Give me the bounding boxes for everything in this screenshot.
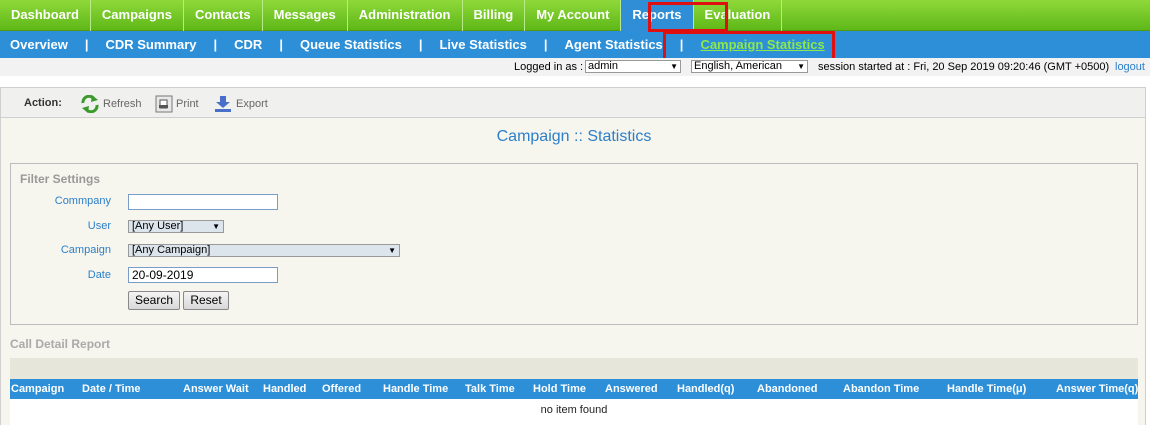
export-icon [215,96,231,112]
date-input[interactable] [128,267,278,283]
language-select[interactable]: English, American ▼ [691,60,808,73]
logged-in-label: Logged in as : [514,61,584,73]
column-header[interactable]: Handled [263,383,306,395]
chevron-down-icon: ▼ [797,62,805,71]
subnav-campaign-statistics[interactable]: Campaign Statistics [700,37,824,52]
table-toolbar-strip [10,358,1138,379]
user-filter-select[interactable]: [Any User] ▼ [128,220,224,233]
search-button[interactable]: Search [128,291,180,310]
subnav-separator: | [679,37,684,52]
column-header[interactable]: Answer Time(q) [1056,383,1138,395]
chevron-down-icon: ▼ [388,246,396,255]
nav-administration[interactable]: Administration [348,0,463,31]
company-label: Commpany [54,195,111,207]
refresh-icon [81,95,99,113]
nav-evaluation[interactable]: Evaluation [694,0,783,31]
nav-contacts[interactable]: Contacts [184,0,263,31]
column-header[interactable]: Abandon Time [843,383,919,395]
nav-dashboard[interactable]: Dashboard [0,0,91,31]
column-header[interactable]: Answered [605,383,658,395]
action-label: Action: [24,97,62,109]
export-button[interactable]: Export [213,95,268,113]
refresh-button[interactable]: Refresh [80,95,142,113]
print-label: Print [176,98,199,110]
chevron-down-icon: ▼ [670,62,678,71]
column-header[interactable]: Answer Wait [183,383,249,395]
user-label: User [87,220,111,232]
top-navigation: Dashboard Campaigns Contacts Messages Ad… [0,0,1150,31]
user-select[interactable]: admin ▼ [585,60,681,73]
empty-table-message: no item found [540,404,608,416]
date-label: Date [87,269,111,281]
column-header[interactable]: Handled(q) [677,383,734,395]
login-bar: Logged in as : admin ▼ English, American… [0,58,1150,76]
nav-billing[interactable]: Billing [463,0,526,31]
action-bar: Action: Refresh Print Export [0,87,1146,118]
column-header[interactable]: Talk Time [465,383,515,395]
session-info: session started at : Fri, 20 Sep 2019 09… [818,61,1110,73]
user-filter-value: [Any User] [132,220,184,232]
subnav-separator: | [84,37,89,52]
campaign-filter-value: [Any Campaign] [132,244,211,256]
column-header[interactable]: Campaign [11,383,64,395]
nav-reports[interactable]: Reports [621,0,694,31]
table-header: Campaign Date / Time Answer Wait Handled… [10,379,1138,399]
nav-my-account[interactable]: My Account [525,0,622,31]
reset-button[interactable]: Reset [183,291,229,310]
column-header[interactable]: Abandoned [757,383,818,395]
subnav-agent-statistics[interactable]: Agent Statistics [565,37,663,52]
column-header[interactable]: Hold Time [533,383,586,395]
print-icon [155,95,173,113]
logout-link[interactable]: logout [1115,61,1145,73]
sub-navigation: Overview | CDR Summary | CDR | Queue Sta… [0,31,1150,58]
campaign-label: Campaign [60,244,111,256]
subnav-separator: | [213,37,218,52]
company-input[interactable] [128,194,278,210]
column-header[interactable]: Date / Time [82,383,141,395]
chevron-down-icon: ▼ [212,222,220,231]
nav-messages[interactable]: Messages [263,0,348,31]
report-title: Call Detail Report [10,337,111,351]
subnav-separator: | [279,37,283,52]
table-body: no item found [10,399,1138,425]
column-header[interactable]: Handle Time [383,383,448,395]
print-button[interactable]: Print [155,95,199,113]
filter-legend: Filter Settings [20,172,101,186]
campaign-filter-select[interactable]: [Any Campaign] ▼ [128,244,400,257]
column-header[interactable]: Handle Time(μ) [947,383,1026,395]
nav-campaigns[interactable]: Campaigns [91,0,184,31]
filter-settings: Filter Settings Commpany User [Any User]… [10,163,1138,325]
export-label: Export [236,98,268,110]
language-select-value: English, American [694,60,783,72]
main-content: Campaign :: Statistics Filter Settings C… [0,118,1146,425]
subnav-cdr-summary[interactable]: CDR Summary [105,37,196,52]
column-header[interactable]: Offered [322,383,361,395]
subnav-overview[interactable]: Overview [10,37,68,52]
subnav-separator: | [418,37,423,52]
subnav-queue-statistics[interactable]: Queue Statistics [300,37,402,52]
subnav-cdr[interactable]: CDR [234,37,262,52]
subnav-separator: | [543,37,548,52]
user-select-value: admin [588,60,618,72]
page-title: Campaign :: Statistics [496,128,652,145]
subnav-live-statistics[interactable]: Live Statistics [439,37,526,52]
refresh-label: Refresh [103,98,142,110]
